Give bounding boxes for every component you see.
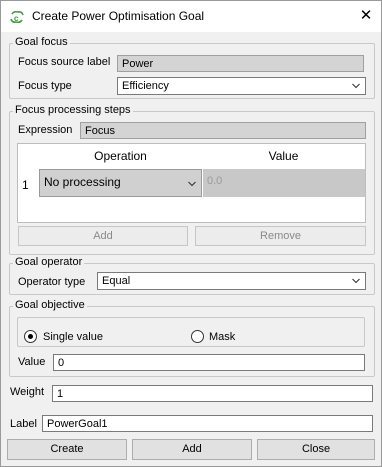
mask-label: Mask (209, 331, 236, 343)
table-row[interactable]: 1 No processing 0.0 (18, 168, 365, 198)
create-button[interactable]: Create (7, 439, 127, 460)
operator-type-select[interactable]: Equal (97, 272, 366, 290)
goal-objective-group-label: Goal objective (13, 299, 87, 311)
weight-label: Weight (10, 386, 45, 398)
dialog-window: c Create Power Optimisation Goal ✕ Goal … (0, 0, 382, 467)
goal-operator-group-label: Goal operator (13, 256, 85, 268)
focus-type-value: Efficiency (122, 80, 169, 92)
operator-type-label: Operator type (18, 276, 86, 288)
focus-source-label: Focus source label (18, 56, 111, 68)
window-title: Create Power Optimisation Goal (32, 9, 205, 23)
add-step-button[interactable]: Add (18, 226, 188, 246)
mask-radio[interactable] (191, 330, 204, 343)
value-cell: 0.0 (203, 169, 365, 197)
focus-type-select[interactable]: Efficiency (117, 77, 366, 95)
app-logo-icon: c (10, 10, 24, 24)
radio-selected-dot (28, 334, 33, 339)
processing-steps-group-label: Focus processing steps (13, 104, 133, 116)
focus-type-label: Focus type (18, 80, 72, 92)
title-bar: c Create Power Optimisation Goal ✕ (1, 1, 381, 32)
goal-label-label: Label (10, 418, 37, 430)
single-value-radio[interactable] (24, 330, 37, 343)
row-index: 1 (22, 178, 29, 192)
chevron-down-icon (352, 83, 360, 89)
operation-value: No processing (44, 175, 121, 189)
column-header-operation[interactable]: Operation (40, 144, 201, 168)
chevron-down-icon (188, 181, 196, 187)
close-window-icon[interactable]: ✕ (355, 5, 377, 27)
goal-focus-group-label: Goal focus (13, 36, 70, 48)
operation-select[interactable]: No processing (39, 169, 202, 197)
single-value-label: Single value (43, 331, 103, 343)
close-button[interactable]: Close (257, 439, 375, 460)
processing-table: Operation Value 1 No processing 0.0 (17, 143, 366, 223)
column-header-value[interactable]: Value (202, 144, 365, 168)
goal-label-input[interactable]: PowerGoal1 (42, 415, 373, 432)
objective-value-input[interactable]: 0 (53, 354, 365, 371)
add-button[interactable]: Add (132, 439, 252, 460)
value-label: Value (18, 356, 46, 368)
weight-input[interactable]: 1 (52, 385, 373, 402)
operator-type-value: Equal (102, 275, 131, 287)
expression-field: Focus (80, 122, 366, 139)
chevron-down-icon (352, 278, 360, 284)
remove-step-button[interactable]: Remove (195, 226, 366, 246)
expression-label: Expression (18, 124, 73, 136)
focus-source-field: Power (117, 55, 364, 72)
